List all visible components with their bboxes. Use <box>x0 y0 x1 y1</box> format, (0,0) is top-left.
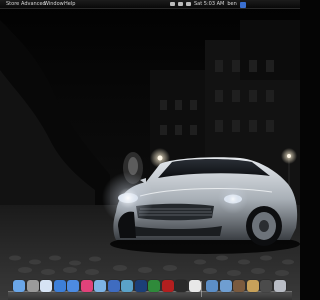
menu-bar: Store Advanced Window Help Sat 5:03 AM b… <box>0 0 300 9</box>
dreamweaver-icon[interactable] <box>148 280 160 292</box>
trash-icon[interactable] <box>273 280 286 292</box>
user-name[interactable]: ben <box>227 0 236 8</box>
finder-icon[interactable] <box>13 280 25 292</box>
iphoto-icon[interactable] <box>94 280 106 292</box>
menu-advanced[interactable]: Advanced <box>21 0 46 8</box>
dock-separator <box>201 281 202 297</box>
downloads-stack-icon[interactable] <box>233 280 245 292</box>
terminal-icon[interactable] <box>175 280 187 292</box>
spaces-icon[interactable] <box>107 280 120 292</box>
pictures-stack-icon[interactable] <box>246 280 259 292</box>
menu-help[interactable]: Help <box>64 0 75 8</box>
safari-icon[interactable] <box>53 280 66 292</box>
spotlight-icon[interactable] <box>239 1 246 8</box>
documents-folder-icon[interactable] <box>219 280 232 292</box>
applications-folder-icon[interactable] <box>206 280 218 292</box>
mail-icon[interactable] <box>40 280 52 292</box>
dock-shelf <box>8 291 292 300</box>
itunes-icon[interactable] <box>80 280 93 292</box>
status-area: Sat 5:03 AM ben <box>170 0 246 8</box>
bluetooth-icon[interactable] <box>170 2 175 6</box>
time-machine-icon[interactable] <box>121 280 133 292</box>
photoshop-icon[interactable] <box>134 280 147 292</box>
clock[interactable]: Sat 5:03 AM <box>194 0 224 8</box>
car-wallpaper <box>0 0 300 300</box>
menu-window[interactable]: Window <box>44 0 64 8</box>
volume-icon[interactable] <box>186 2 191 6</box>
desktop[interactable]: Store Advanced Window Help Sat 5:03 AM b… <box>0 0 300 300</box>
dock <box>0 278 300 300</box>
flash-icon[interactable] <box>161 280 174 292</box>
wifi-icon[interactable] <box>178 2 183 6</box>
menu-store[interactable]: Store <box>6 0 19 8</box>
system-preferences-icon[interactable] <box>26 280 39 292</box>
ichat-icon[interactable] <box>67 280 79 292</box>
movies-folder-icon[interactable] <box>260 280 272 292</box>
textedit-icon[interactable] <box>188 280 201 292</box>
